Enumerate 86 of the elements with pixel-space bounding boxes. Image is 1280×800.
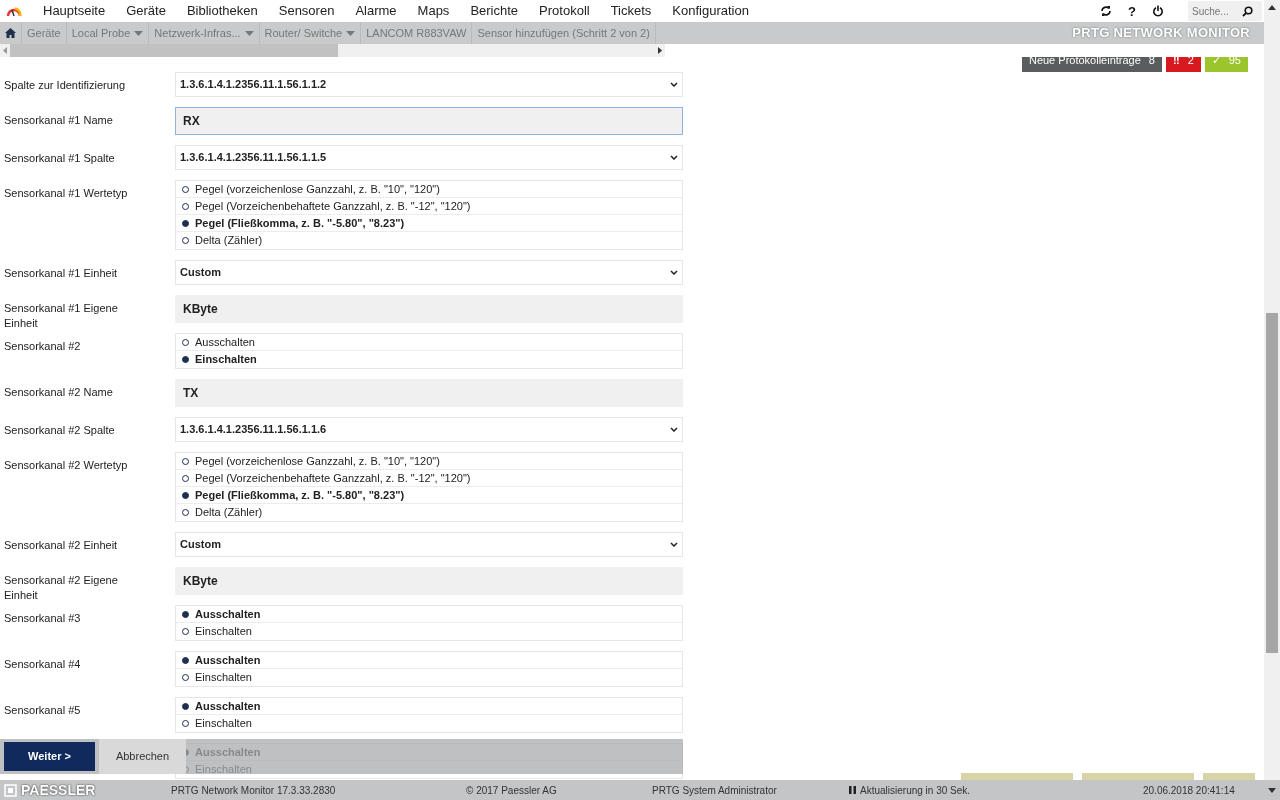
copyright-text: © 2017 Paessler AG: [466, 783, 558, 798]
field-label: Sensorkanal #2 Einheit: [4, 538, 119, 553]
field-label: Sensorkanal #1 Name: [4, 113, 114, 128]
log-entries-button[interactable]: Neue Protokolleinträge 8: [1021, 57, 1162, 72]
select-field[interactable]: 1.3.6.1.4.1.2356.11.1.56.1.1.5: [175, 145, 683, 170]
log-entries-count: 8: [1148, 57, 1155, 68]
error-count-button[interactable]: ‼ 2: [1165, 57, 1201, 72]
radio-option[interactable]: Ausschalten: [176, 606, 682, 623]
pause-icon[interactable]: [849, 786, 856, 794]
scrollbar-thumb[interactable]: [10, 44, 338, 57]
select-field[interactable]: Custom: [175, 532, 683, 557]
chevron-down-icon: [670, 155, 678, 160]
field-label: Spalte zur Identifizierung: [4, 78, 127, 93]
datetime-text: 20.06.2018 20:41:14: [1143, 783, 1235, 798]
search-field[interactable]: Suche...: [1188, 1, 1262, 21]
radio-option[interactable]: Pegel (Fließkomma, z. B. "-5.80", "8.23"): [176, 487, 682, 504]
scroll-right-icon[interactable]: [655, 46, 665, 55]
field-label: Sensorkanal #5: [4, 703, 82, 718]
nav-link[interactable]: Sensoren: [278, 1, 335, 21]
select-field[interactable]: Custom: [175, 260, 683, 285]
cancel-button[interactable]: Abbrechen: [99, 739, 186, 774]
field-label: Sensorkanal #2 Wertetyp: [4, 458, 129, 473]
input-field[interactable]: RX: [175, 107, 683, 135]
nav-link[interactable]: Maps: [417, 1, 450, 21]
nav-link[interactable]: Konfiguration: [672, 1, 749, 21]
radio-option[interactable]: Delta (Zähler): [176, 504, 682, 521]
radio-option[interactable]: Pegel (Vorzeichenbehaftete Ganzzahl, z. B. "-12", "120"): [176, 198, 682, 215]
scroll-up-icon[interactable]: [1267, 4, 1277, 11]
gauge-logo-icon[interactable]: [6, 5, 22, 17]
nav-link[interactable]: Tickets: [610, 1, 652, 21]
chevron-down-icon: [670, 542, 678, 547]
scroll-down-icon[interactable]: [1267, 786, 1277, 794]
logo-text: PAESSLER: [21, 780, 96, 800]
field-label: Sensorkanal #1 Spalte: [4, 151, 116, 166]
radio-option[interactable]: Einschalten: [176, 715, 682, 732]
field-label: Sensorkanal #1 Wertetyp: [4, 186, 129, 201]
field-label: Sensorkanal #2: [4, 339, 82, 354]
radio-option[interactable]: Delta (Zähler): [176, 232, 682, 249]
logo-square-icon: [4, 783, 17, 797]
log-entries-label: Neue Protokolleinträge: [1028, 57, 1141, 68]
scrollbar-thumb[interactable]: [1266, 313, 1278, 653]
radio-option[interactable]: Ausschalten: [176, 652, 682, 669]
field-label: Sensorkanal #1 Einheit: [4, 266, 119, 281]
user-text: PRTG System Administrator: [652, 783, 778, 798]
field-label: Sensorkanal #1 Eigene Einheit: [4, 301, 119, 331]
chevron-down-icon: [670, 427, 678, 432]
check-icon: ✓: [1211, 57, 1221, 68]
radio-option[interactable]: Pegel (vorzeichenlose Ganzzahl, z. B. "10", "120"): [176, 453, 682, 470]
field-label: Sensorkanal #2 Eigene Einheit: [4, 573, 119, 603]
ok-count: 95: [1228, 57, 1241, 68]
nav-link[interactable]: Bibliotheken: [186, 1, 258, 21]
select-field[interactable]: 1.3.6.1.4.1.2356.11.1.56.1.1.2: [175, 72, 683, 97]
next-button[interactable]: Weiter >: [4, 742, 95, 771]
chevron-down-icon: [670, 270, 678, 275]
home-icon[interactable]: [5, 28, 16, 38]
field-label: Sensorkanal #2 Name: [4, 385, 114, 400]
version-text: PRTG Network Monitor 17.3.33.2830: [171, 783, 337, 798]
error-count: 2: [1187, 57, 1194, 68]
nav-link[interactable]: Alarme: [355, 1, 397, 21]
chevron-down-icon: [670, 82, 678, 87]
radio-option[interactable]: Einschalten: [176, 669, 682, 686]
field-label: Sensorkanal #3: [4, 611, 82, 626]
field-label: Sensorkanal #4: [4, 657, 82, 672]
exclamation-icon: ‼: [1172, 57, 1180, 68]
help-button[interactable]: ?: [1128, 4, 1136, 18]
nav-link[interactable]: Protokoll: [539, 1, 590, 21]
radio-option[interactable]: Ausschalten: [176, 698, 682, 715]
refresh-text: Aktualisierung in 30 Sek.: [860, 783, 971, 798]
field-label: Sensorkanal #2 Spalte: [4, 423, 116, 438]
input-field[interactable]: KByte: [175, 567, 683, 595]
radio-option[interactable]: Einschalten: [176, 351, 682, 368]
power-icon[interactable]: [1152, 5, 1164, 17]
radio-option[interactable]: Pegel (vorzeichenlose Ganzzahl, z. B. "10", "120"): [176, 181, 682, 198]
select-field[interactable]: 1.3.6.1.4.1.2356.11.1.56.1.1.6: [175, 417, 683, 442]
refresh-icon[interactable]: [1100, 5, 1113, 17]
radio-option[interactable]: Ausschalten: [176, 334, 682, 351]
search-input[interactable]: Suche...: [1188, 3, 1242, 19]
radio-option[interactable]: Pegel (Fließkomma, z. B. "-5.80", "8.23"): [176, 215, 682, 232]
nav-link[interactable]: Berichte: [470, 1, 519, 21]
input-field[interactable]: TX: [175, 379, 683, 407]
nav-link[interactable]: Hauptseite: [43, 1, 106, 21]
nav-link[interactable]: Geräte: [126, 1, 166, 21]
radio-option[interactable]: Einschalten: [176, 623, 682, 640]
radio-option[interactable]: Pegel (Vorzeichenbehaftete Ganzzahl, z. B. "-12", "120"): [176, 470, 682, 487]
input-field[interactable]: KByte: [175, 295, 683, 323]
search-icon[interactable]: [1242, 5, 1253, 17]
